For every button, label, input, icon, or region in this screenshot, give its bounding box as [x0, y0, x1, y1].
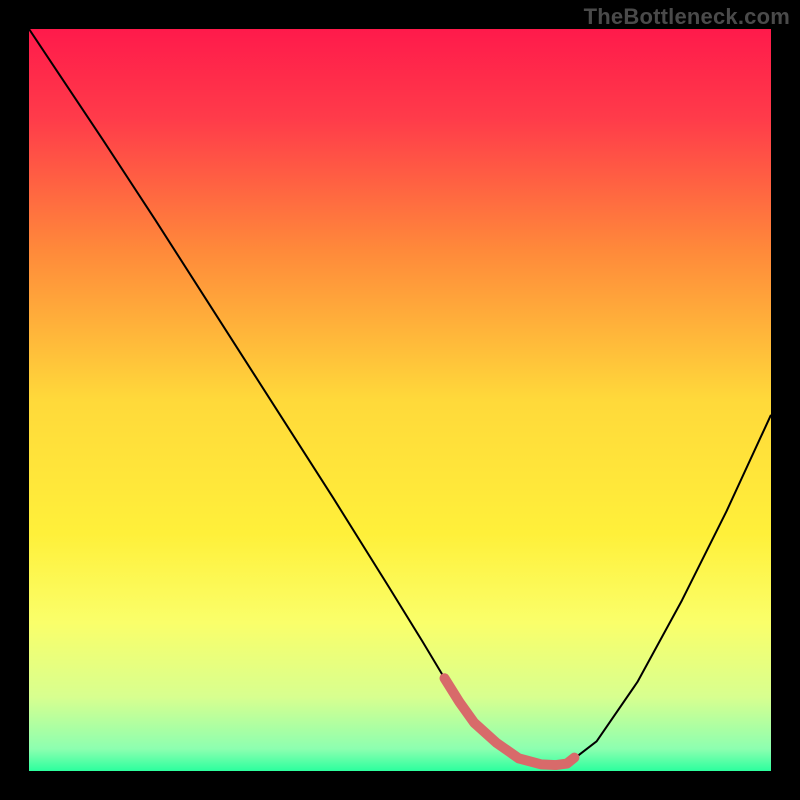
plot-area	[29, 29, 771, 771]
watermark-text: TheBottleneck.com	[584, 4, 790, 30]
chart-frame: TheBottleneck.com	[0, 0, 800, 800]
gradient-background	[29, 29, 771, 771]
bottleneck-chart	[29, 29, 771, 771]
